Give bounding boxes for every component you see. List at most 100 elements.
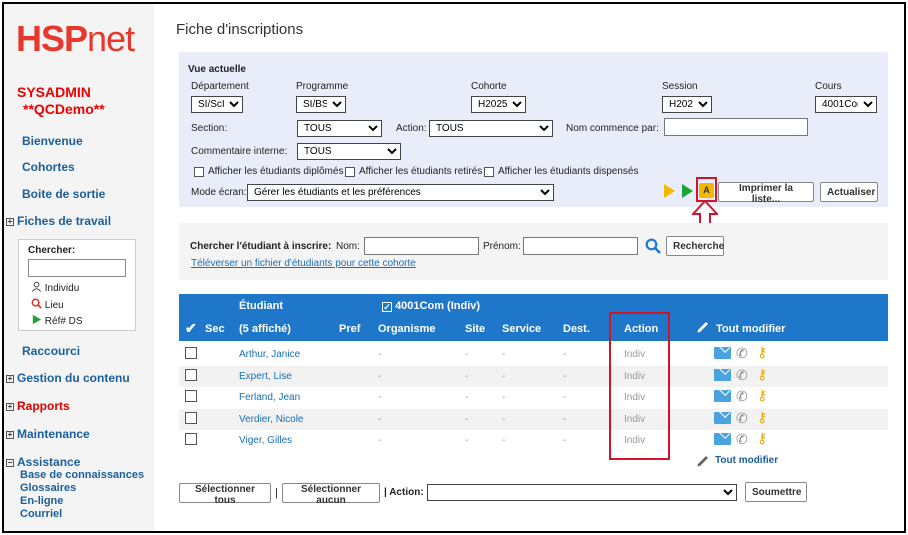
nom-commence-input[interactable] [664,118,808,136]
email-icon[interactable] [714,412,731,424]
sidebar-subitem-glossaires[interactable]: Glossaires [20,482,76,494]
enroll-nom-input[interactable] [364,237,479,255]
phone-icon[interactable]: ✆ [736,388,748,405]
header-service[interactable]: Service [502,323,541,335]
separator: | [275,487,278,499]
phone-icon[interactable]: ✆ [736,431,748,448]
student-name-link[interactable]: Viger, Gilles [239,435,292,446]
dest-cell: - [563,435,567,446]
app-window: HSPnet SYSADMIN **QCDemo** Bienvenue Coh… [2,2,906,533]
action-select[interactable]: TOUS [429,120,553,137]
email-icon[interactable] [714,369,731,381]
page-title: Fiche d'inscriptions [176,21,304,38]
header-pref[interactable]: Pref [339,323,360,335]
header-etudiant[interactable]: Étudiant [239,300,283,312]
dest-cell: - [563,392,567,403]
phone-icon[interactable]: ✆ [736,345,748,362]
sidebar-item-fiches-de-travail[interactable]: + Fiches de travail [6,214,111,228]
email-icon[interactable] [714,390,731,402]
mode-select[interactable]: Gérer les étudiants et les préférences [247,184,554,201]
hspnet-logo[interactable]: HSPnet [16,18,135,60]
search-button[interactable]: Recherche [666,236,724,256]
header-site[interactable]: Site [465,323,485,335]
header-organisme[interactable]: Organisme [378,323,435,335]
table-header: ✓ 4001Com (Indiv) Étudiant ✔ Sec (5 affi… [179,294,888,341]
sidebar-item-boite-de-sortie[interactable]: Boite de sortie [22,187,105,201]
show-withdrawn-checkbox[interactable] [345,167,355,177]
student-name-link[interactable]: Arthur, Janice [239,349,300,360]
row-checkbox[interactable] [185,412,197,424]
upload-students-link[interactable]: Téléverser un fichier d'étudiants pour c… [191,258,416,269]
section-select[interactable]: TOUS [297,120,382,137]
search-option-ref-ds[interactable]: Réf# DS [31,314,83,327]
pencil-icon [697,322,708,333]
prenom-label: Prénom: [483,241,521,252]
footer-action-select[interactable] [427,484,737,501]
organisme-cell: - [378,371,382,382]
select-all-check-icon[interactable]: ✔ [185,320,197,337]
submit-button[interactable]: Soumettre [745,482,807,502]
play-green-icon[interactable] [682,184,693,198]
print-list-button[interactable]: Imprimer la liste... [718,182,814,205]
key-icon[interactable]: ⚷ [757,430,767,447]
row-checkbox[interactable] [185,347,197,359]
sidebar-item-bienvenue[interactable]: Bienvenue [22,134,83,148]
row-checkbox[interactable] [185,433,197,445]
modify-all-bottom-link[interactable]: Tout modifier [715,455,778,466]
modify-all-header-link[interactable]: Tout modifier [716,323,785,335]
sidebar-item-maintenance[interactable]: + Maintenance [6,427,90,441]
sidebar-item-cohortes[interactable]: Cohortes [22,160,75,174]
row-checkbox[interactable] [185,369,197,381]
header-count: (5 affiché) [239,323,291,335]
user-name: SYSADMIN [17,84,91,100]
show-exempt-label: Afficher les étudiants dispensés [498,166,639,177]
key-icon[interactable]: ⚷ [757,366,767,383]
cours-select[interactable]: 4001Com [815,96,877,113]
site-cell: - [465,349,469,360]
cohorte-select[interactable]: H2025 [471,96,526,113]
session-label: Session [662,81,698,92]
email-icon[interactable] [714,347,731,359]
student-name-link[interactable]: Ferland, Jean [239,392,300,403]
programme-select[interactable]: SI/BScI [296,96,346,113]
key-icon[interactable]: ⚷ [757,344,767,361]
sidebar-search-input[interactable] [28,259,126,277]
play-yellow-icon[interactable] [664,184,675,198]
sidebar-subitem-courriel[interactable]: Courriel [20,508,62,520]
departement-select[interactable]: SI/ScInf [191,96,243,113]
service-cell: - [502,392,506,403]
sidebar-item-assistance[interactable]: − Assistance [6,455,80,469]
student-name-link[interactable]: Expert, Lise [239,371,292,382]
search-option-individu[interactable]: Individu [31,281,79,294]
sidebar-item-rapports[interactable]: + Rapports [6,399,70,413]
sidebar-subitem-base-connaissances[interactable]: Base de connaissances [20,469,144,481]
header-dest[interactable]: Dest. [563,323,590,335]
email-icon[interactable] [714,433,731,445]
row-checkbox[interactable] [185,390,197,402]
refresh-button[interactable]: Actualiser [820,182,878,202]
select-all-button[interactable]: Sélectionner tous [179,483,271,506]
highlight-box-a [696,177,717,202]
sidebar: HSPnet SYSADMIN **QCDemo** Bienvenue Coh… [4,4,154,531]
service-cell: - [502,371,506,382]
sidebar-item-gestion-du-contenu[interactable]: + Gestion du contenu [6,371,130,385]
search-option-lieu[interactable]: Lieu [31,298,64,311]
search-icon[interactable] [645,238,661,254]
phone-icon[interactable]: ✆ [736,410,748,427]
sidebar-item-raccourci[interactable]: Raccourci [22,344,80,358]
site-cell: - [465,371,469,382]
session-select[interactable]: H2025 [662,96,712,113]
organisme-cell: - [378,392,382,403]
sidebar-subitem-en-ligne[interactable]: En-ligne [20,495,63,507]
show-graduated-checkbox[interactable] [194,167,204,177]
select-none-button[interactable]: Sélectionner aucun [282,483,380,506]
enroll-prenom-input[interactable] [523,237,638,255]
phone-icon[interactable]: ✆ [736,367,748,384]
show-exempt-checkbox[interactable] [484,167,494,177]
key-icon[interactable]: ⚷ [757,409,767,426]
course-checkbox-icon[interactable]: ✓ [382,302,392,312]
key-icon[interactable]: ⚷ [757,387,767,404]
commentaire-select[interactable]: TOUS [297,143,401,160]
header-sec[interactable]: Sec [205,323,225,335]
student-name-link[interactable]: Verdier, Nicole [239,414,303,425]
